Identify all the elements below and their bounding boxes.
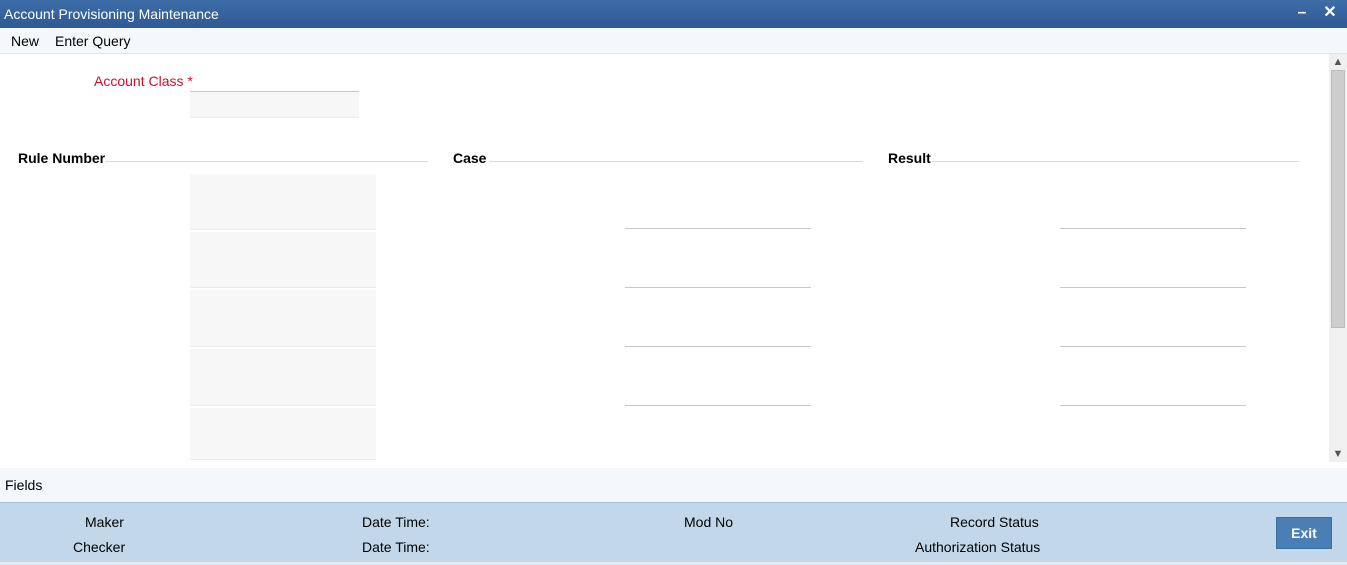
- rule-number-field-2[interactable]: [190, 232, 376, 288]
- account-class-input[interactable]: [190, 74, 359, 92]
- rule-number-header: Rule Number: [18, 150, 106, 166]
- close-icon[interactable]: ✕: [1319, 0, 1341, 28]
- scroll-thumb[interactable]: [1331, 70, 1345, 328]
- record-status-label: Record Status: [950, 514, 1039, 530]
- menu-bar: New Enter Query: [0, 28, 1347, 54]
- result-input-2[interactable]: [1060, 267, 1246, 288]
- title-bar: Account Provisioning Maintenance – ✕: [0, 0, 1347, 28]
- form-content: Account Class * Rule Number Case Result: [0, 54, 1329, 468]
- menu-new[interactable]: New: [11, 28, 39, 54]
- rule-number-divider: [106, 161, 428, 162]
- maker-date-time-label: Date Time:: [362, 514, 430, 530]
- account-class-label: Account Class *: [94, 73, 193, 89]
- rule-number-field-4[interactable]: [190, 349, 376, 406]
- case-input-1[interactable]: [625, 208, 811, 229]
- result-divider: [932, 161, 1299, 162]
- case-divider: [490, 161, 863, 162]
- rule-number-field-1[interactable]: [190, 174, 376, 230]
- exit-button[interactable]: Exit: [1276, 517, 1332, 549]
- mod-no-label: Mod No: [684, 514, 734, 530]
- checker-label: Checker: [73, 539, 126, 555]
- account-class-description: [190, 92, 359, 118]
- rule-number-field-5[interactable]: [190, 408, 376, 460]
- audit-footer: Maker Checker Date Time: Date Time: Mod …: [0, 502, 1347, 562]
- scroll-down-icon[interactable]: ▼: [1329, 446, 1347, 462]
- result-input-4[interactable]: [1060, 385, 1246, 406]
- result-input-3[interactable]: [1060, 326, 1246, 347]
- window-title: Account Provisioning Maintenance: [4, 6, 219, 22]
- vertical-scrollbar[interactable]: ▲ ▼: [1329, 54, 1347, 462]
- case-input-4[interactable]: [625, 385, 811, 406]
- result-header: Result: [888, 150, 931, 166]
- menu-enter-query[interactable]: Enter Query: [55, 28, 130, 54]
- maker-label: Maker: [85, 514, 124, 530]
- case-input-3[interactable]: [625, 326, 811, 347]
- case-header: Case: [453, 150, 487, 166]
- case-input-2[interactable]: [625, 267, 811, 288]
- authorization-status-label: Authorization Status: [915, 539, 1041, 555]
- result-input-1[interactable]: [1060, 208, 1246, 229]
- scroll-up-icon[interactable]: ▲: [1329, 54, 1347, 70]
- account-class-label-text: Account Class: [94, 73, 184, 89]
- rule-number-field-3[interactable]: [190, 290, 376, 347]
- checker-date-time-label: Date Time:: [362, 539, 430, 555]
- fields-link[interactable]: Fields: [5, 477, 42, 493]
- minimize-icon[interactable]: –: [1291, 0, 1313, 28]
- fields-bar: Fields: [0, 468, 1347, 502]
